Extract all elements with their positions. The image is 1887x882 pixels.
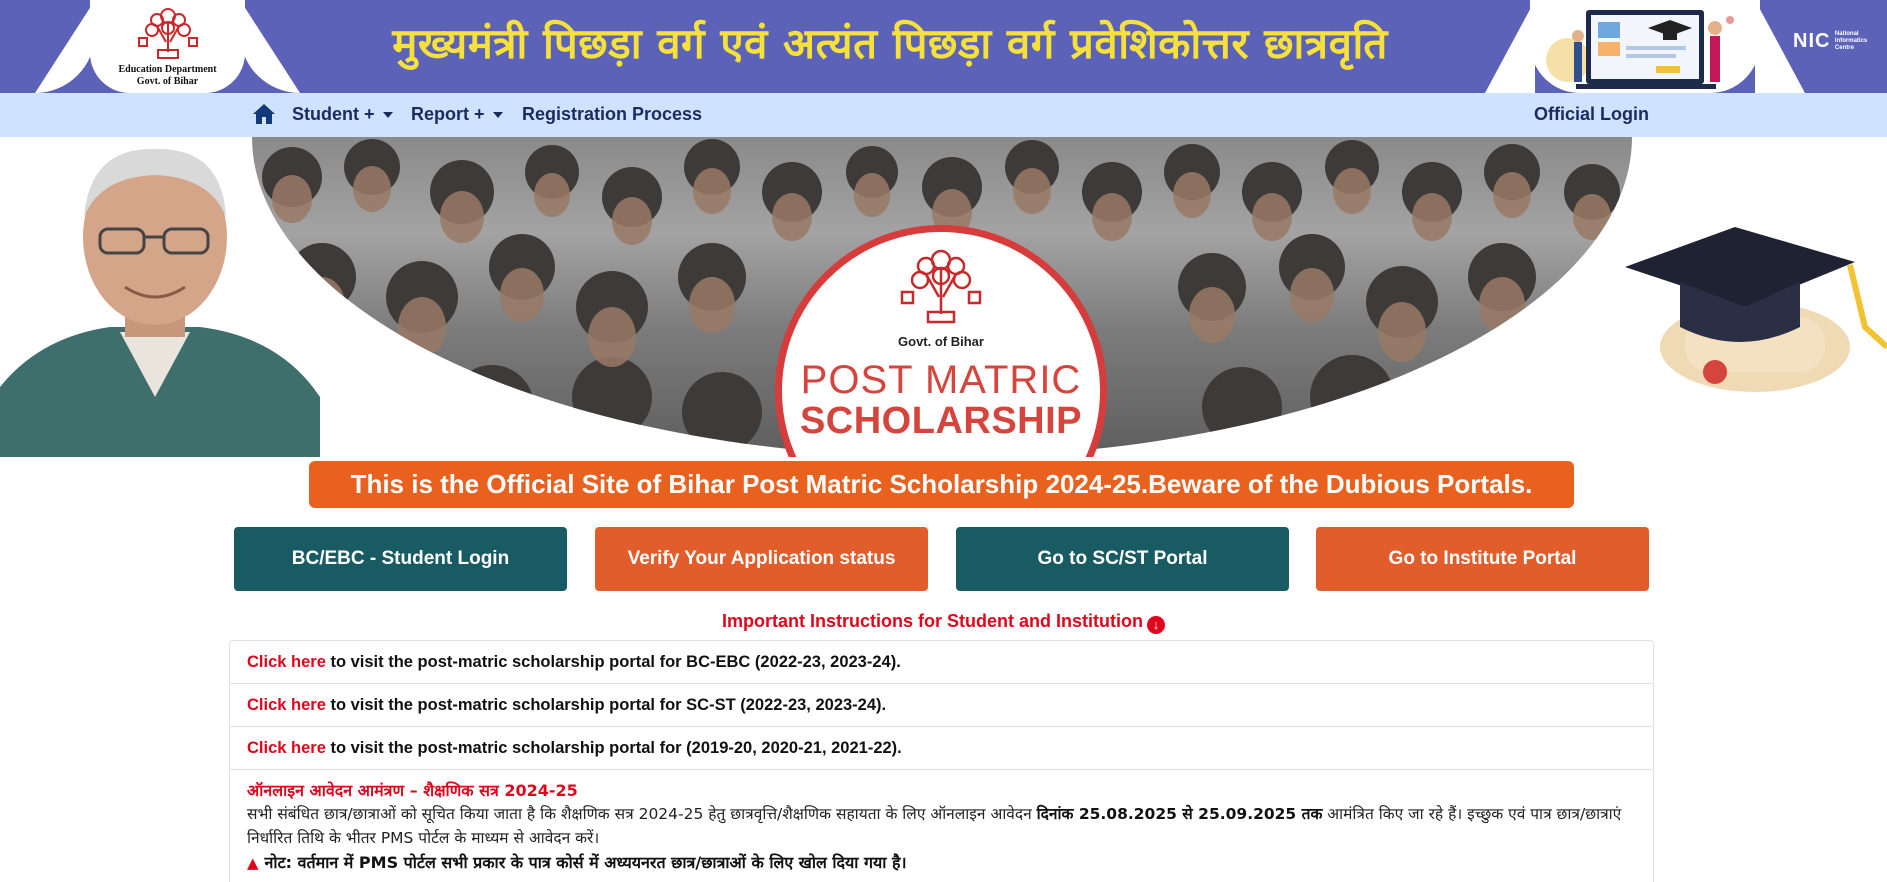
seal-post-matric-text: POST MATRIC (800, 358, 1082, 402)
instructions-heading-text: Important Instructions for Student and I… (722, 611, 1143, 631)
sc-st-portal-button[interactable]: Go to SC/ST Portal (956, 527, 1289, 591)
click-here-old-sessions-link[interactable]: Click here (247, 739, 326, 757)
list-item: Click here to visit the post-matric scho… (230, 727, 1653, 770)
important-instructions-heading[interactable]: Important Instructions for Student and I… (0, 611, 1887, 634)
nic-logo-text: NIC (1793, 30, 1831, 52)
logo-caption-line2: Govt. of Bihar (136, 76, 199, 87)
list-item-text: to visit the post-matric scholarship por… (325, 739, 902, 757)
seal-scholarship-text: SCHOLARSHIP (799, 400, 1083, 442)
page-title: मुख्यमंत्री पिछड़ा वर्ग एवं अत्यंत पिछड़… (392, 19, 1388, 68)
instructions-list: Click here to visit the post-matric scho… (229, 640, 1654, 882)
home-icon[interactable] (252, 103, 276, 125)
graduation-cap-icon (1625, 227, 1887, 392)
main-navbar: Student + Report + Registration Process … (0, 93, 1887, 137)
click-here-sc-st-link[interactable]: Click here (247, 696, 326, 714)
pms-portal-note: ▲ नोट: वर्तमान में PMS पोर्टल सभी प्रकार … (247, 850, 1636, 876)
hero-banner: Govt. of Bihar POST MATRIC SCHOLARSHIP (0, 137, 1887, 457)
online-application-body-part1: सभी संबंधित छात्र/छात्राओं को सूचित किया… (247, 805, 1037, 823)
bodhi-tree-emblem-icon (137, 8, 198, 59)
chevron-down-icon (492, 112, 503, 119)
nav-report-label: Report + (411, 104, 485, 124)
nav-student-label: Student + (292, 104, 375, 124)
online-application-notice: ऑनलाइन आवेदन आमंत्रण – शैक्षणिक सत्र 202… (230, 770, 1653, 876)
laptop-graduation-illustration-icon (1546, 10, 1734, 89)
nav-registration-process[interactable]: Registration Process (522, 104, 702, 125)
scholarship-illustration (1530, 0, 1760, 93)
list-item-text: to visit the post-matric scholarship por… (325, 696, 887, 714)
official-login-link[interactable]: Official Login (1534, 104, 1649, 125)
education-dept-logo[interactable]: Education Department Govt. of Bihar (90, 0, 245, 93)
pms-portal-note-text: नोट: वर्तमान में PMS पोर्टल सभी प्रकार क… (264, 853, 907, 872)
chief-minister-photo (0, 148, 320, 457)
nav-student-menu[interactable]: Student + (292, 104, 393, 125)
application-date-range: दिनांक 25.08.2025 से 25.09.2025 तक (1036, 805, 1323, 823)
online-application-title: ऑनलाइन आवेदन आमंत्रण – शैक्षणिक सत्र 202… (247, 781, 578, 800)
nav-report-menu[interactable]: Report + (411, 104, 503, 125)
nic-logo-subtext: National Informatics Centre (1834, 31, 1868, 51)
list-item: Click here to visit the post-matric scho… (230, 684, 1653, 727)
official-site-notice: This is the Official Site of Bihar Post … (309, 461, 1574, 508)
arrow-down-circle-icon: ↓ (1146, 616, 1165, 634)
bc-ebc-student-login-button[interactable]: BC/EBC - Student Login (234, 527, 567, 591)
site-header: Education Department Govt. of Bihar मुख्… (0, 0, 1887, 93)
institute-portal-button[interactable]: Go to Institute Portal (1316, 527, 1649, 591)
online-application-body: सभी संबंधित छात्र/छात्राओं को सूचित किया… (247, 802, 1636, 850)
click-here-bc-ebc-link[interactable]: Click here (247, 653, 326, 671)
logo-caption-line1: Education Department (118, 64, 217, 75)
pin-icon: ▲ (247, 854, 259, 872)
list-item-text: to visit the post-matric scholarship por… (325, 653, 901, 671)
chevron-down-icon (382, 112, 393, 119)
nic-logo[interactable]: NIC National Informatics Centre (1793, 30, 1875, 53)
seal-govt-label: Govt. of Bihar (898, 334, 984, 349)
list-item: Click here to visit the post-matric scho… (230, 641, 1653, 684)
verify-application-status-button[interactable]: Verify Your Application status (595, 527, 928, 591)
bihar-emblem-icon (900, 249, 982, 324)
